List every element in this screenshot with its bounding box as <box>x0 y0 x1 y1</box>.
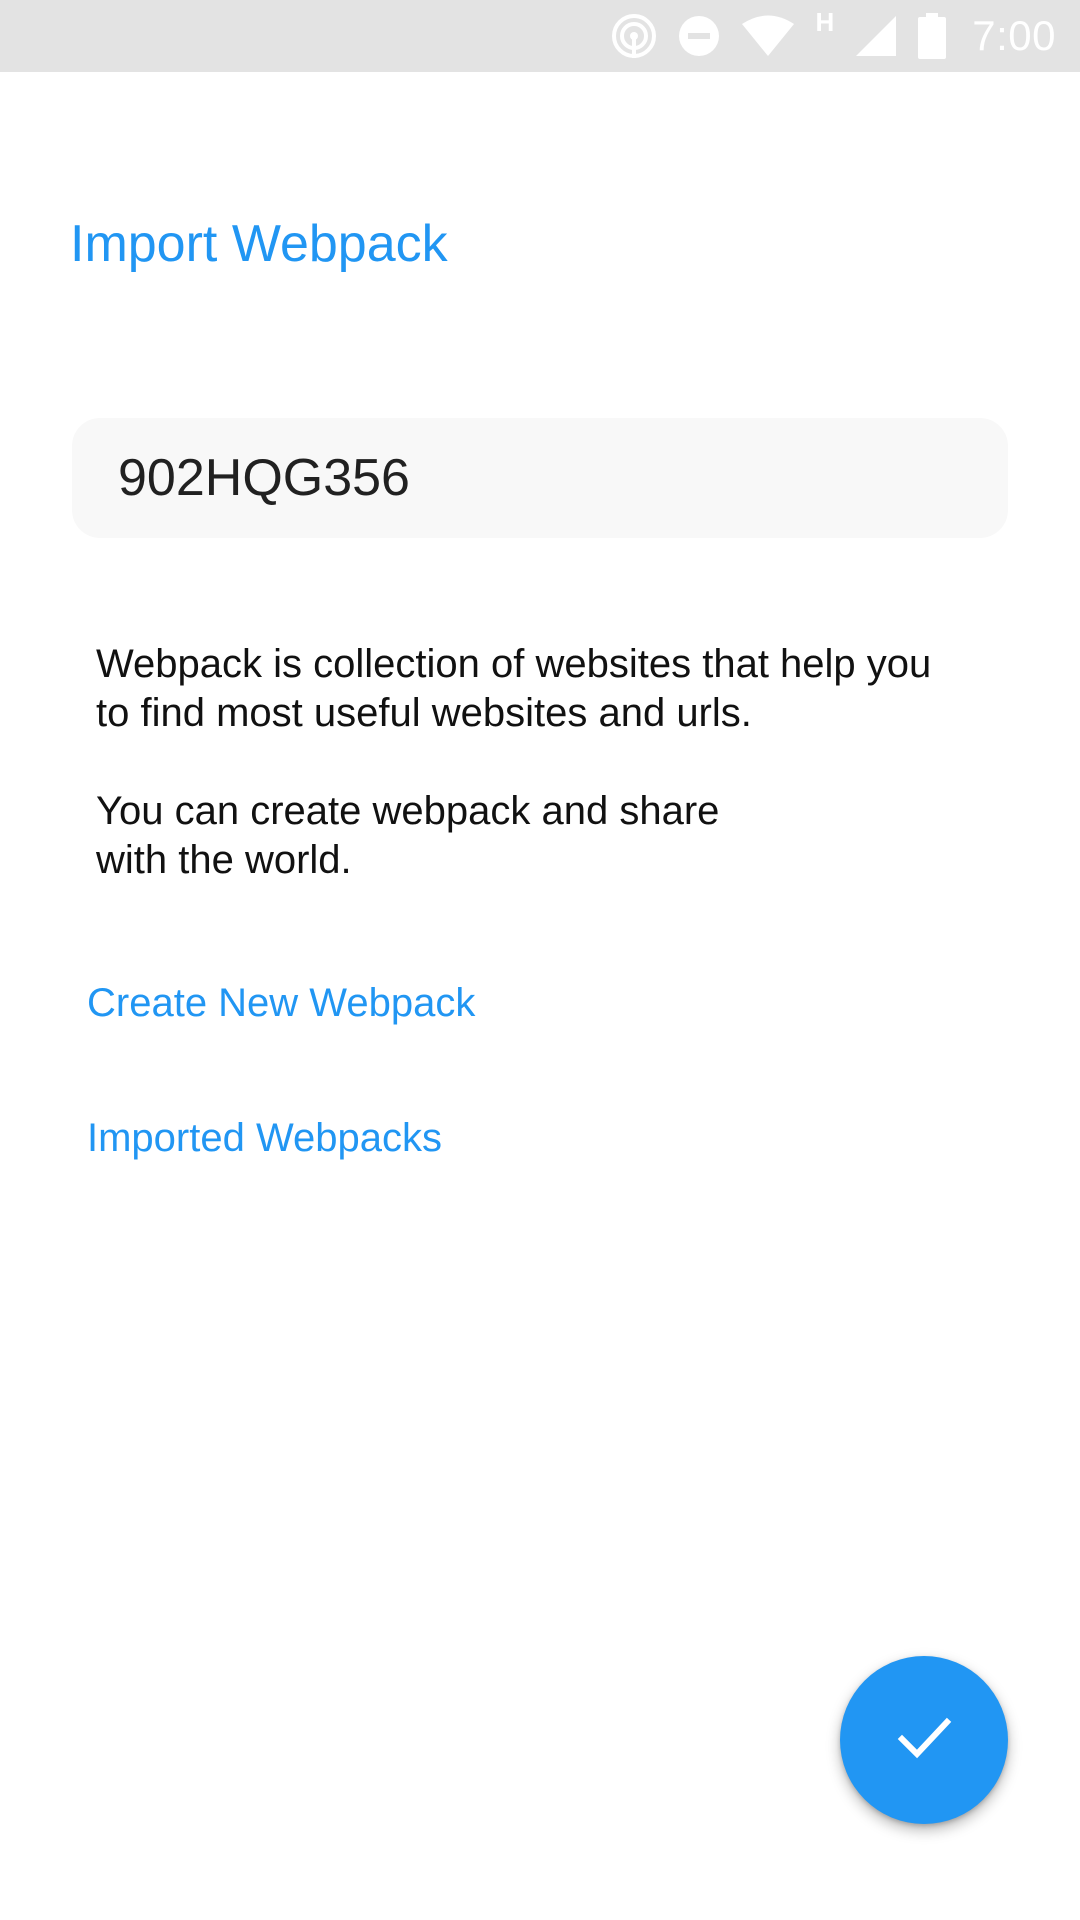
do-not-disturb-icon <box>677 14 721 58</box>
hotspot-icon <box>611 13 657 59</box>
description-paragraph-2: You can create webpack and share with th… <box>96 787 1036 885</box>
battery-icon <box>918 13 947 59</box>
description-line: to find most useful websites and urls. <box>96 691 752 735</box>
description-line: You can create webpack and share <box>96 789 720 833</box>
network-type-label: H <box>815 6 835 37</box>
imported-webpacks-link[interactable]: Imported Webpacks <box>87 1113 442 1163</box>
confirm-import-button[interactable] <box>840 1656 1008 1824</box>
webpack-code-input[interactable] <box>118 448 978 508</box>
cell-signal-icon <box>854 14 898 58</box>
create-new-webpack-link[interactable]: Create New Webpack <box>87 978 475 1028</box>
wifi-icon <box>741 15 795 57</box>
status-time: 7:00 <box>972 12 1056 59</box>
description-paragraph-1: Webpack is collection of websites that h… <box>96 640 1036 738</box>
status-icons: H 7:00 <box>611 0 1056 72</box>
webpack-code-field[interactable] <box>72 418 1008 538</box>
description-text: Webpack is collection of websites that h… <box>96 640 1036 885</box>
status-bar: H 7:00 <box>0 0 1080 72</box>
description-line: Webpack is collection of websites that h… <box>96 642 932 686</box>
page-title: Import Webpack <box>70 215 448 273</box>
description-line: with the world. <box>96 838 352 882</box>
check-icon <box>894 1708 954 1773</box>
